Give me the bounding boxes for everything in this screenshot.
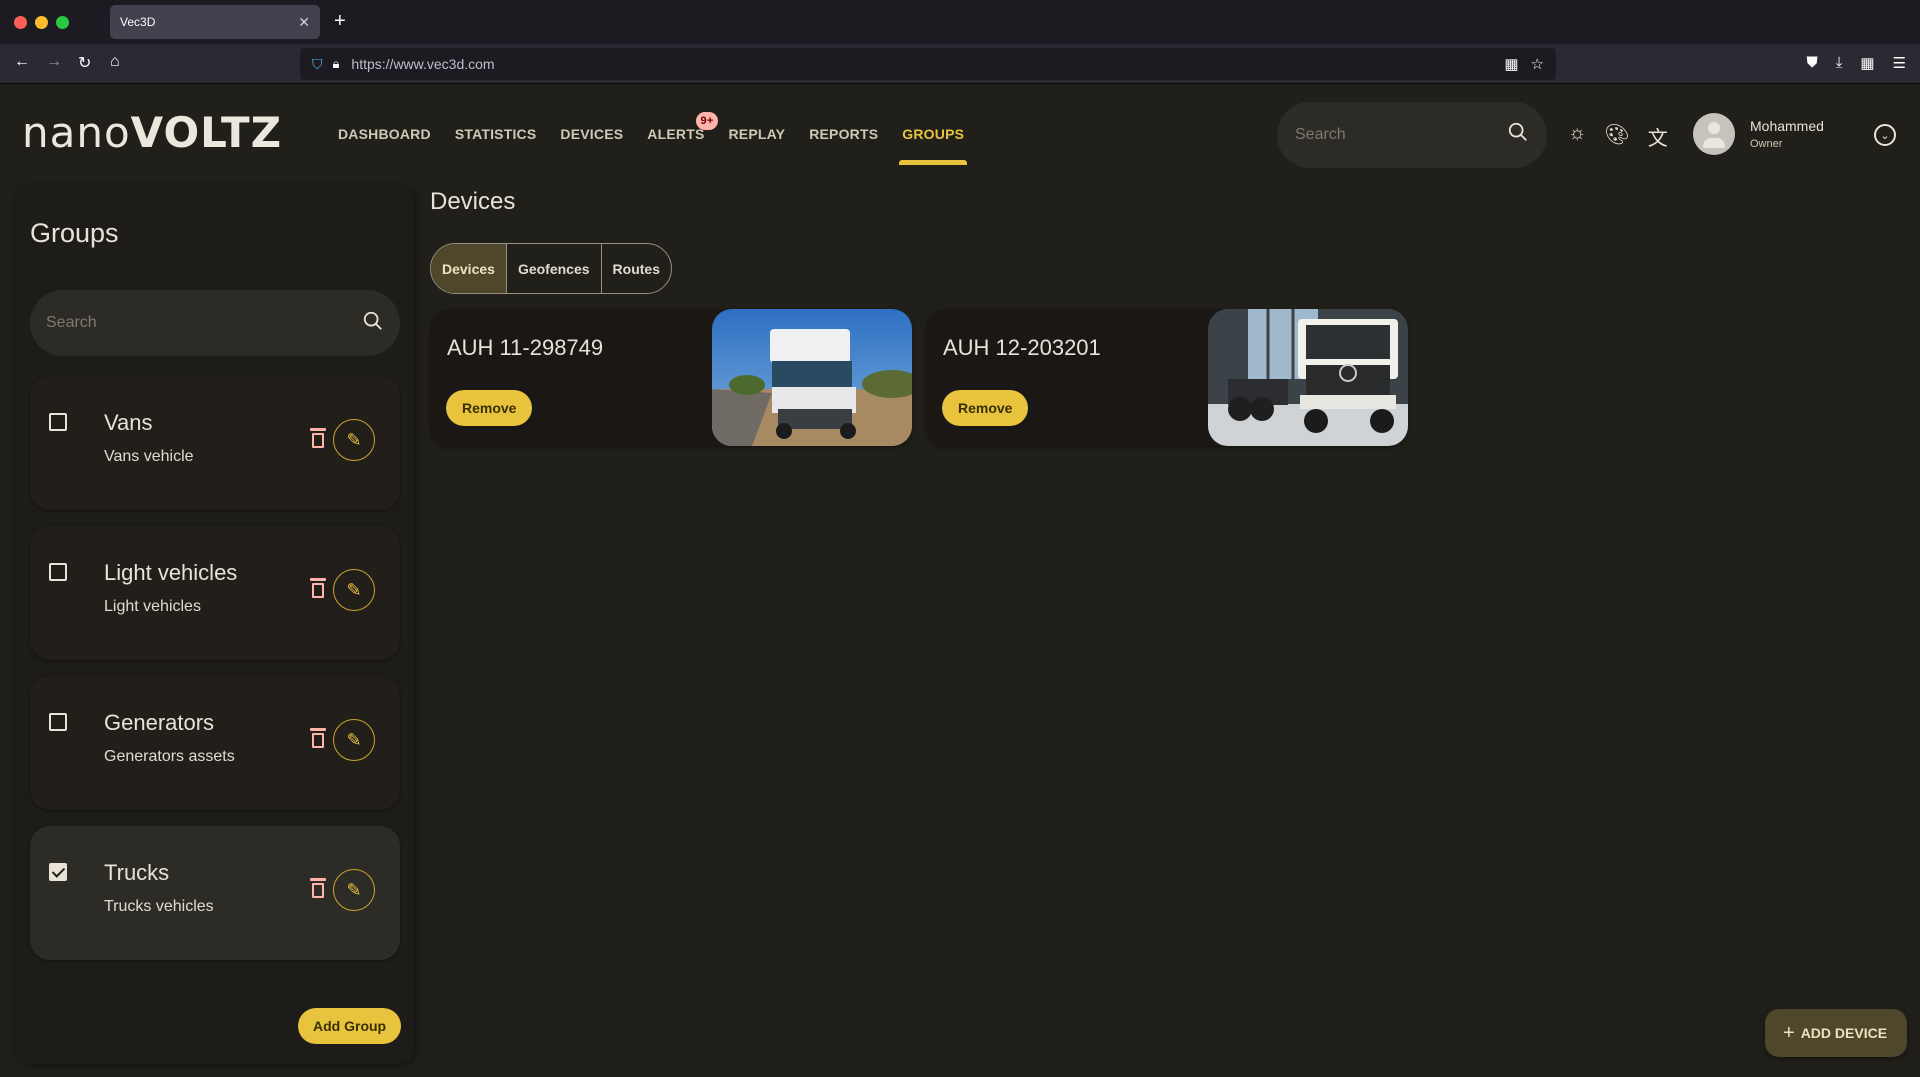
logo-prefix: nano (22, 108, 131, 157)
shield-icon[interactable]: ⛉ (312, 56, 323, 73)
groups-search (30, 290, 400, 356)
group-checkbox[interactable] (49, 713, 67, 731)
group-name: Light vehicles (104, 560, 238, 585)
lock-icon[interactable]: 🔒︎ (333, 56, 340, 72)
group-name: Vans (104, 410, 153, 435)
delete-icon[interactable] (310, 578, 326, 600)
edit-pencil-icon[interactable]: ✎ (333, 719, 375, 761)
add-group-button[interactable]: Add Group (298, 1008, 402, 1044)
group-description: Light vehicles (104, 598, 201, 615)
search-icon[interactable] (1507, 121, 1529, 149)
group-checkbox[interactable] (49, 413, 67, 431)
brightness-icon[interactable]: ☼ (1568, 122, 1586, 151)
device-name: AUH 11-298749 (447, 335, 604, 360)
search-icon[interactable] (362, 310, 384, 337)
page-title: Devices (430, 188, 516, 215)
forward-icon[interactable]: → (46, 53, 62, 71)
edit-pencil-icon[interactable]: ✎ (333, 419, 375, 461)
group-description: Generators assets (104, 748, 235, 765)
chevron-down-icon[interactable]: ⌄ (1874, 124, 1896, 146)
user-name: Mohammed (1750, 118, 1824, 134)
avatar-body (1703, 138, 1725, 148)
user-info[interactable]: Mohammed Owner (1750, 118, 1824, 150)
group-card[interactable]: Light vehicles Light vehicles ✎ (30, 526, 400, 660)
palette-icon[interactable]: 🎨︎ (1604, 122, 1629, 151)
remove-device-button[interactable]: Remove (942, 390, 1029, 426)
close-tab-icon[interactable]: ✕ (298, 14, 310, 31)
group-name: Trucks (104, 860, 170, 885)
edit-pencil-icon[interactable]: ✎ (333, 569, 375, 611)
nav-statistics[interactable]: STATISTICS (455, 126, 537, 142)
group-description: Vans vehicle (104, 448, 194, 465)
group-description: Trucks vehicles (104, 898, 214, 915)
minimize-window-button[interactable] (35, 16, 48, 29)
device-name: AUH 12-203201 (943, 335, 1101, 360)
nav-groups[interactable]: GROUPS (899, 126, 968, 165)
group-checkbox[interactable] (49, 563, 67, 581)
browser-tab[interactable]: Vec3D ✕ (110, 5, 320, 39)
avatar-head (1708, 122, 1720, 134)
extensions-grid-icon[interactable]: ▦ (1504, 55, 1518, 73)
new-tab-icon[interactable]: + (334, 10, 346, 33)
extensions-icon[interactable]: ▦ (1860, 54, 1874, 72)
maximize-window-button[interactable] (56, 16, 69, 29)
group-card[interactable]: Generators Generators assets ✎ (30, 676, 400, 810)
groups-sidebar: Groups Vans Vans vehicle ✎ Light vehicle… (14, 184, 414, 1064)
group-card[interactable]: Vans Vans vehicle ✎ (30, 376, 400, 510)
plus-icon: + (1783, 1022, 1795, 1044)
bookmark-star-icon[interactable]: ☆ (1531, 55, 1544, 73)
reload-icon[interactable]: ↻ (78, 53, 91, 73)
header-search (1277, 102, 1547, 168)
nav-reports[interactable]: REPORTS (809, 126, 878, 142)
tab-title: Vec3D (120, 15, 156, 29)
url-bar[interactable]: ⛉ 🔒︎ https://www.vec3d.com ▦ ☆ (300, 48, 1556, 80)
home-icon[interactable]: ⌂ (110, 53, 120, 71)
logo-suffix: VOLTZ (130, 108, 283, 157)
alerts-badge: 9+ (695, 112, 719, 130)
nav-alerts-label: ALERTS (647, 126, 705, 142)
delete-icon[interactable] (310, 728, 326, 750)
add-device-button[interactable]: + ADD DEVICE (1765, 1009, 1908, 1057)
add-device-label: ADD DEVICE (1800, 1025, 1888, 1041)
delete-icon[interactable] (310, 428, 326, 450)
app: nanoVOLTZ DASHBOARD STATISTICS DEVICES A… (0, 84, 1920, 1077)
close-window-button[interactable] (14, 16, 27, 29)
nav-devices[interactable]: DEVICES (560, 126, 623, 142)
device-image (712, 309, 912, 446)
edit-pencil-icon[interactable]: ✎ (333, 869, 375, 911)
groups-search-input[interactable] (46, 314, 362, 332)
url-text[interactable]: https://www.vec3d.com (351, 56, 1504, 72)
avatar[interactable] (1693, 113, 1735, 155)
app-header: nanoVOLTZ DASHBOARD STATISTICS DEVICES A… (0, 84, 1920, 184)
download-icon[interactable]: ⤓ (1836, 54, 1843, 72)
device-card[interactable]: AUH 11-298749 Remove (430, 309, 912, 446)
tab-devices[interactable]: Devices (431, 244, 507, 293)
group-name: Generators (104, 710, 215, 735)
back-icon[interactable]: ← (14, 53, 30, 71)
menu-icon[interactable]: ☰ (1893, 54, 1906, 72)
device-card[interactable]: AUH 12-203201 Remove (926, 309, 1408, 446)
remove-device-button[interactable]: Remove (446, 390, 533, 426)
main-nav: DASHBOARD STATISTICS DEVICES ALERTS 9+ RE… (338, 112, 968, 165)
nav-replay[interactable]: REPLAY (728, 126, 785, 142)
device-image (1208, 309, 1408, 446)
tab-routes[interactable]: Routes (602, 244, 671, 293)
group-checkbox-checked[interactable] (49, 863, 67, 881)
window-controls (14, 16, 69, 29)
tab-geofences[interactable]: Geofences (507, 244, 602, 293)
nav-dashboard[interactable]: DASHBOARD (338, 126, 431, 142)
delete-icon[interactable] (310, 878, 326, 900)
sidebar-title: Groups (30, 218, 119, 248)
header-search-input[interactable] (1295, 126, 1507, 144)
nav-alerts[interactable]: ALERTS 9+ (647, 112, 719, 142)
segmented-tabs: Devices Geofences Routes (430, 243, 672, 294)
browser-tab-bar: Vec3D ✕ + (0, 0, 1920, 44)
pocket-icon[interactable]: ⛊ (1806, 54, 1817, 72)
translate-icon[interactable]: 文 (1648, 122, 1668, 151)
group-card-selected[interactable]: Trucks Trucks vehicles ✎ (30, 826, 400, 960)
user-role: Owner (1750, 138, 1783, 150)
logo[interactable]: nanoVOLTZ (22, 108, 282, 157)
browser-toolbar: ← → ↻ ⌂ ⛉ 🔒︎ https://www.vec3d.com ▦ ☆ ⛊… (0, 44, 1920, 84)
